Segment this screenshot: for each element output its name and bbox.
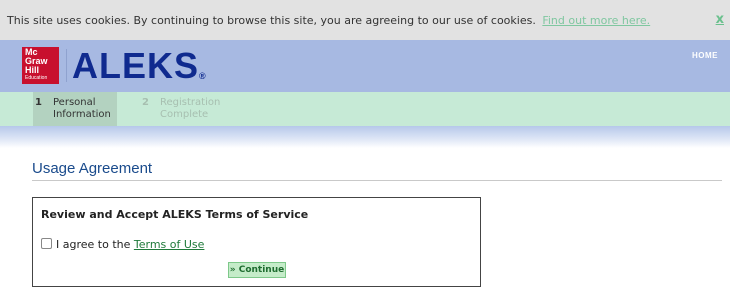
publisher-logo-line1: Mc xyxy=(25,47,38,57)
continue-button[interactable]: » Continue xyxy=(228,262,286,278)
home-link[interactable]: HOME xyxy=(692,51,718,60)
registered-mark: ® xyxy=(199,71,207,81)
title-divider xyxy=(32,180,722,181)
close-icon[interactable]: x xyxy=(716,12,724,27)
aleks-logo-text: ALEKS xyxy=(72,45,200,86)
agree-row: I agree to the Terms of Use xyxy=(41,238,204,251)
agree-label: I agree to the xyxy=(56,238,131,251)
step-label-line1: Personal xyxy=(53,97,96,108)
agree-checkbox[interactable] xyxy=(41,238,52,249)
step-label-line2: Information xyxy=(53,109,111,120)
publisher-logo-line2: Graw xyxy=(25,56,48,66)
aleks-logo: ALEKS® xyxy=(72,44,207,88)
cookie-message-row: This site uses cookies. By continuing to… xyxy=(7,14,650,27)
mcgraw-hill-logo: Mc Graw Hill Education xyxy=(22,47,59,84)
step-number: 2 xyxy=(142,97,149,108)
site-header: Mc Graw Hill Education ALEKS® HOME xyxy=(0,40,730,92)
page-title: Usage Agreement xyxy=(32,160,153,177)
logo-divider xyxy=(66,49,67,82)
terms-of-service-panel: Review and Accept ALEKS Terms of Service… xyxy=(32,197,481,287)
cookie-info-link[interactable]: Find out more here. xyxy=(542,14,650,27)
registration-steps: 1 Personal Information 2 Registration Co… xyxy=(0,92,730,126)
publisher-logo-line4: Education xyxy=(25,75,48,81)
header-gradient xyxy=(0,126,730,148)
publisher-logo-line3: Hill xyxy=(25,65,40,75)
step-number: 1 xyxy=(35,97,42,108)
terms-of-use-link[interactable]: Terms of Use xyxy=(134,238,205,251)
step-personal-information: 1 Personal Information xyxy=(33,92,117,126)
step-label-line2: Complete xyxy=(160,109,209,120)
step-registration-complete: 2 Registration Complete xyxy=(140,92,240,126)
step-label-line1: Registration xyxy=(160,97,221,108)
tos-heading: Review and Accept ALEKS Terms of Service xyxy=(41,208,309,221)
cookie-banner: This site uses cookies. By continuing to… xyxy=(0,0,730,40)
cookie-message: This site uses cookies. By continuing to… xyxy=(7,14,536,27)
